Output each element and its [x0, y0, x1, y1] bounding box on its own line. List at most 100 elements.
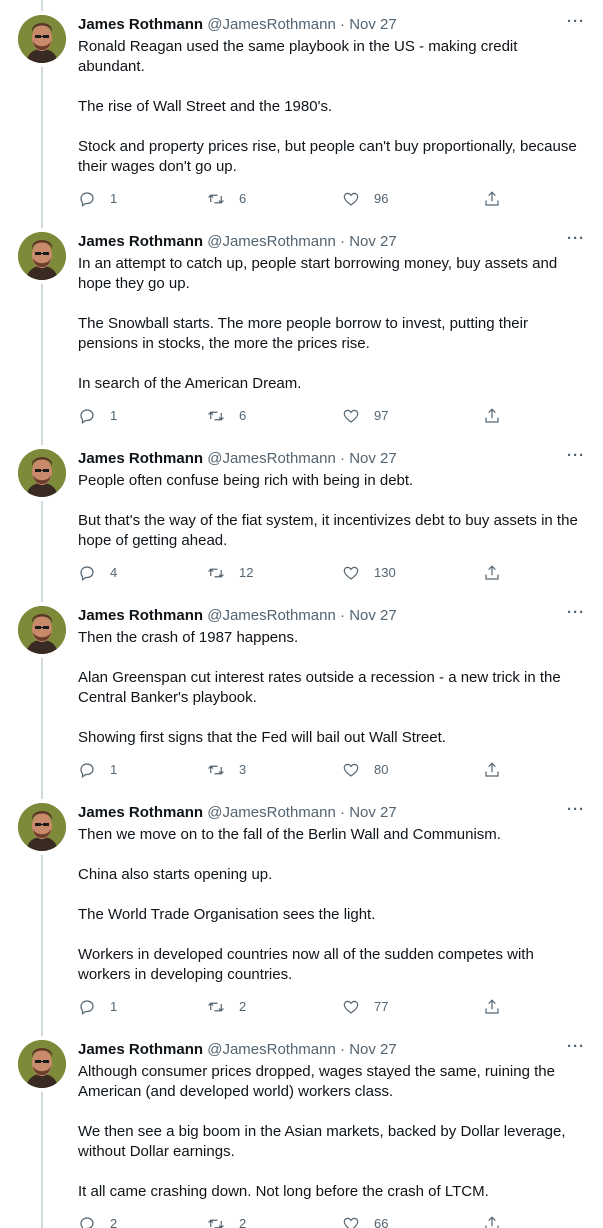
- retweet-button[interactable]: 6: [207, 406, 246, 426]
- tweet-content: James Rothmann @JamesRothmann · Nov 27 ··…: [78, 231, 588, 426]
- tweet[interactable]: James Rothmann @JamesRothmann · Nov 27 ··…: [0, 605, 603, 799]
- like-button[interactable]: 130: [342, 563, 396, 583]
- retweet-icon[interactable]: [207, 564, 225, 582]
- more-options-icon[interactable]: ···: [564, 1039, 588, 1060]
- reply-button[interactable]: 2: [78, 1214, 117, 1228]
- avatar[interactable]: [18, 803, 66, 851]
- reply-icon[interactable]: [78, 761, 96, 779]
- avatar[interactable]: [18, 449, 66, 497]
- tweet[interactable]: James Rothmann @JamesRothmann · Nov 27 ··…: [0, 1039, 603, 1228]
- share-icon[interactable]: [483, 761, 501, 779]
- retweet-button[interactable]: 2: [207, 1214, 246, 1228]
- retweet-button[interactable]: 6: [207, 189, 246, 209]
- share-icon[interactable]: [483, 1215, 501, 1228]
- tweet[interactable]: James Rothmann @JamesRothmann · Nov 27 ··…: [0, 231, 603, 445]
- author-handle[interactable]: @JamesRothmann: [207, 450, 336, 467]
- retweet-icon[interactable]: [207, 1215, 225, 1228]
- like-button[interactable]: 66: [342, 1214, 388, 1228]
- thread-connector-line: [41, 284, 43, 445]
- tweet-paragraph: China also starts opening up.: [78, 866, 273, 883]
- tweet-date[interactable]: Nov 27: [349, 804, 397, 821]
- heart-icon[interactable]: [342, 1215, 360, 1228]
- tweet-date[interactable]: Nov 27: [349, 16, 397, 33]
- author-handle[interactable]: @JamesRothmann: [207, 607, 336, 624]
- author-handle[interactable]: @JamesRothmann: [207, 1041, 336, 1058]
- tweet-date[interactable]: Nov 27: [349, 607, 397, 624]
- more-options-icon[interactable]: ···: [564, 448, 588, 469]
- tweet[interactable]: James Rothmann @JamesRothmann · Nov 27 ··…: [0, 448, 603, 602]
- reply-button[interactable]: 1: [78, 406, 117, 426]
- share-button[interactable]: [483, 563, 501, 583]
- avatar[interactable]: [18, 232, 66, 280]
- share-button[interactable]: [483, 997, 501, 1017]
- reply-icon[interactable]: [78, 1215, 96, 1228]
- tweet-date[interactable]: Nov 27: [349, 1041, 397, 1058]
- share-button[interactable]: [483, 189, 501, 209]
- tweet-paragraph: Ronald Reagan used the same playbook in …: [78, 38, 518, 75]
- retweet-button[interactable]: 3: [207, 760, 246, 780]
- like-button[interactable]: 97: [342, 406, 388, 426]
- heart-icon[interactable]: [342, 407, 360, 425]
- reply-button[interactable]: 1: [78, 189, 117, 209]
- retweet-icon[interactable]: [207, 998, 225, 1016]
- avatar[interactable]: [18, 15, 66, 63]
- avatar[interactable]: [18, 606, 66, 654]
- like-count: 97: [374, 408, 389, 423]
- tweet-text: In an attempt to catch up, people start …: [78, 254, 588, 394]
- author-name[interactable]: James Rothmann: [78, 607, 203, 624]
- heart-icon[interactable]: [342, 998, 360, 1016]
- share-icon[interactable]: [483, 190, 501, 208]
- like-button[interactable]: 80: [342, 760, 388, 780]
- retweet-icon[interactable]: [207, 407, 225, 425]
- like-button[interactable]: 77: [342, 997, 388, 1017]
- reply-button[interactable]: 4: [78, 563, 117, 583]
- more-options-icon[interactable]: ···: [564, 605, 588, 626]
- avatar[interactable]: [18, 1040, 66, 1088]
- more-options-icon[interactable]: ···: [564, 231, 588, 252]
- tweet-date[interactable]: Nov 27: [349, 450, 397, 467]
- share-icon[interactable]: [483, 998, 501, 1016]
- reply-button[interactable]: 1: [78, 997, 117, 1017]
- retweet-icon[interactable]: [207, 761, 225, 779]
- retweet-button[interactable]: 2: [207, 997, 246, 1017]
- more-options-icon[interactable]: ···: [564, 802, 588, 823]
- share-icon[interactable]: [483, 407, 501, 425]
- share-button[interactable]: [483, 1214, 501, 1228]
- tweet-date[interactable]: Nov 27: [349, 233, 397, 250]
- like-count: 96: [374, 191, 389, 206]
- tweet[interactable]: James Rothmann @JamesRothmann · Nov 27 ··…: [0, 0, 603, 228]
- tweet-content: James Rothmann @JamesRothmann · Nov 27 ··…: [78, 14, 588, 209]
- tweet-paragraph: It all came crashing down. Not long befo…: [78, 1183, 489, 1200]
- author-name[interactable]: James Rothmann: [78, 233, 203, 250]
- tweet-header: James Rothmann @JamesRothmann · Nov 27 ··…: [78, 605, 588, 626]
- share-icon[interactable]: [483, 564, 501, 582]
- reply-icon[interactable]: [78, 190, 96, 208]
- like-count: 77: [374, 999, 389, 1014]
- reply-button[interactable]: 1: [78, 760, 117, 780]
- heart-icon[interactable]: [342, 761, 360, 779]
- thread-connector-line: [41, 658, 43, 799]
- thread-connector-line: [41, 67, 43, 228]
- more-options-icon[interactable]: ···: [564, 14, 588, 35]
- retweet-icon[interactable]: [207, 190, 225, 208]
- tweet-actions: 2 2 66: [78, 1214, 588, 1228]
- retweet-button[interactable]: 12: [207, 563, 253, 583]
- reply-icon[interactable]: [78, 998, 96, 1016]
- author-name[interactable]: James Rothmann: [78, 804, 203, 821]
- thread-connector-line: [41, 1092, 43, 1228]
- author-handle[interactable]: @JamesRothmann: [207, 16, 336, 33]
- author-handle[interactable]: @JamesRothmann: [207, 233, 336, 250]
- author-name[interactable]: James Rothmann: [78, 1041, 203, 1058]
- heart-icon[interactable]: [342, 564, 360, 582]
- author-name[interactable]: James Rothmann: [78, 16, 203, 33]
- author-handle[interactable]: @JamesRothmann: [207, 804, 336, 821]
- heart-icon[interactable]: [342, 190, 360, 208]
- author-name[interactable]: James Rothmann: [78, 450, 203, 467]
- tweet-paragraph: Showing first signs that the Fed will ba…: [78, 729, 446, 746]
- share-button[interactable]: [483, 406, 501, 426]
- reply-icon[interactable]: [78, 564, 96, 582]
- tweet[interactable]: James Rothmann @JamesRothmann · Nov 27 ··…: [0, 802, 603, 1036]
- like-button[interactable]: 96: [342, 189, 388, 209]
- reply-icon[interactable]: [78, 407, 96, 425]
- share-button[interactable]: [483, 760, 501, 780]
